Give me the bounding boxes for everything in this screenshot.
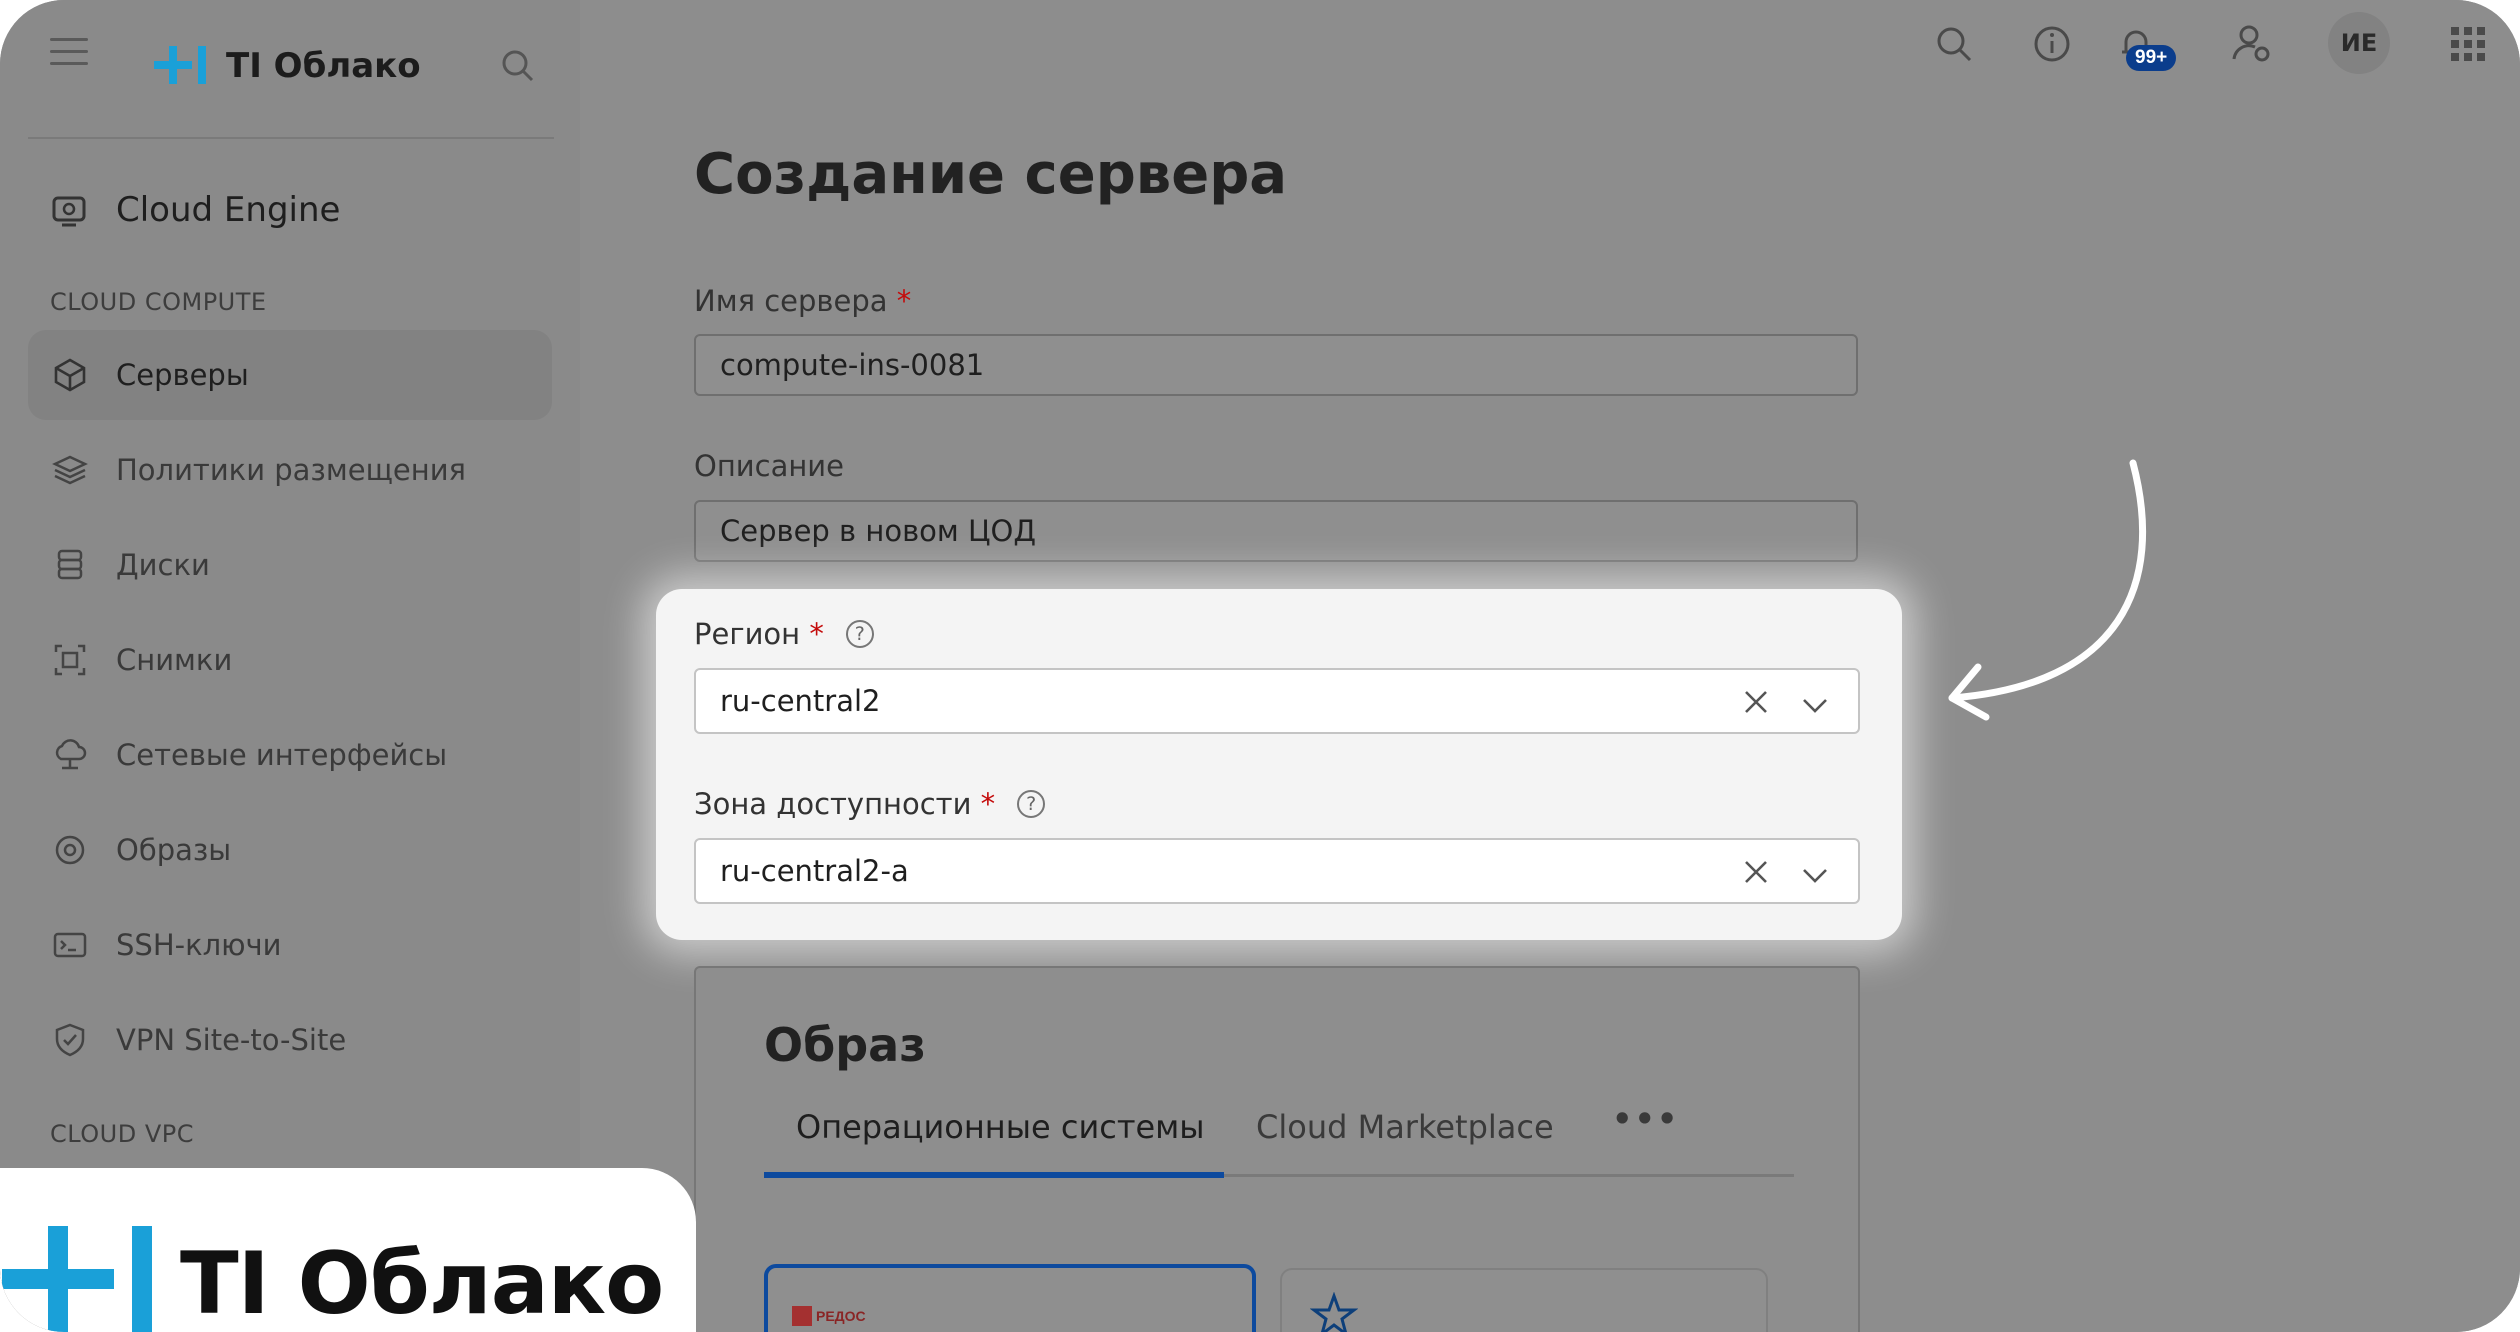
sidebar-item-snapshots[interactable]: Снимки: [28, 615, 552, 705]
sidebar-item-network-interfaces[interactable]: Сетевые интерфейсы: [28, 710, 552, 800]
search-icon[interactable]: [1930, 20, 1978, 68]
server-name-label: Имя сервера *: [694, 284, 912, 318]
redos-logo-icon: [792, 1306, 812, 1326]
sidebar-header[interactable]: Cloud Engine: [116, 190, 340, 230]
zone-value: ru-central2-a: [720, 854, 909, 888]
sidebar-item-label: Снимки: [116, 643, 233, 677]
user-settings-icon[interactable]: [2228, 20, 2276, 68]
server-name-input[interactable]: compute-ins-0081: [694, 334, 1858, 396]
brand-name[interactable]: TI Облако: [226, 46, 421, 86]
sidebar-item-images[interactable]: Образы: [28, 805, 552, 895]
clear-icon[interactable]: [1742, 688, 1770, 723]
snapshot-icon: [50, 640, 90, 680]
sidebar-item-label: Серверы: [116, 358, 249, 392]
help-icon[interactable]: ?: [1017, 790, 1046, 818]
apps-grid-icon[interactable]: [2444, 20, 2492, 68]
page-title: Создание сервера: [694, 142, 1288, 207]
image-icon: [50, 830, 90, 870]
chevron-down-icon[interactable]: [1800, 860, 1830, 894]
chevron-down-icon[interactable]: [1800, 690, 1830, 724]
notification-badge: 99+: [2126, 45, 2177, 71]
cube-icon: [50, 355, 90, 395]
description-label: Описание: [694, 449, 844, 483]
image-section-card: Образ Операционные системы Cloud Marketp…: [694, 966, 1860, 1332]
active-tab-indicator: [764, 1172, 1224, 1178]
sidebar-divider: [28, 137, 554, 139]
section-title-cloud-vpc: CLOUD VPC: [50, 1120, 194, 1148]
app-window: TI Облако Cloud Engine CLOUD COMPUTE Сер…: [0, 0, 2520, 1332]
section-title-cloud-compute: CLOUD COMPUTE: [50, 288, 267, 316]
layers-icon: [50, 450, 90, 490]
cloud-network-icon: [50, 735, 90, 775]
sidebar-item-label: Образы: [116, 833, 232, 867]
help-icon[interactable]: ?: [845, 620, 874, 648]
cloud-engine-icon: [50, 192, 90, 232]
os-card-redos[interactable]: РЕДОС: [764, 1264, 1256, 1332]
shield-icon: [50, 1020, 90, 1060]
brand-logo-icon: [154, 44, 214, 86]
terminal-key-icon: [50, 925, 90, 965]
region-select[interactable]: ru-central2: [694, 668, 1860, 734]
pointer-arrow-icon: [1940, 455, 2180, 725]
sidebar-item-label: SSH-ключи: [116, 928, 282, 962]
brand-watermark: TI Облако: [0, 1168, 696, 1332]
zone-select[interactable]: ru-central2-a: [694, 838, 1860, 904]
sidebar-item-label: Диски: [116, 548, 210, 582]
os-card-logo-text: РЕДОС: [816, 1308, 866, 1324]
region-label: Регион * ?: [694, 617, 874, 651]
description-input[interactable]: Сервер в новом ЦОД: [694, 500, 1858, 562]
brand-logo-icon: [2, 1224, 154, 1332]
sidebar-item-label: Политики размещения: [116, 453, 466, 487]
sidebar-item-servers[interactable]: Серверы: [28, 330, 552, 420]
tab-operating-systems[interactable]: Операционные системы: [796, 1108, 1205, 1146]
os-card-second[interactable]: [1280, 1268, 1768, 1332]
sidebar-item-label: VPN Site-to-Site: [116, 1023, 347, 1057]
sidebar: TI Облако Cloud Engine CLOUD COMPUTE Сер…: [0, 0, 580, 1332]
image-section-title: Образ: [764, 1018, 926, 1072]
more-tabs-button[interactable]: •••: [1612, 1100, 1679, 1138]
sidebar-item-ssh-keys[interactable]: SSH-ключи: [28, 900, 552, 990]
info-icon[interactable]: [2028, 20, 2076, 68]
clear-icon[interactable]: [1742, 858, 1770, 893]
hamburger-icon[interactable]: [50, 38, 88, 68]
star-logo-icon: [1309, 1291, 1359, 1332]
database-icon: [50, 545, 90, 585]
avatar[interactable]: ИЕ: [2328, 12, 2390, 74]
sidebar-item-vpn[interactable]: VPN Site-to-Site: [28, 995, 552, 1085]
sidebar-item-placement-policies[interactable]: Политики размещения: [28, 425, 552, 515]
search-icon[interactable]: [500, 48, 540, 88]
region-value: ru-central2: [720, 684, 881, 718]
sidebar-item-disks[interactable]: Диски: [28, 520, 552, 610]
brand-watermark-text: TI Облако: [180, 1234, 664, 1332]
sidebar-item-label: Сетевые интерфейсы: [116, 738, 448, 772]
tab-cloud-marketplace[interactable]: Cloud Marketplace: [1256, 1108, 1554, 1146]
zone-label: Зона доступности * ?: [694, 787, 1046, 821]
